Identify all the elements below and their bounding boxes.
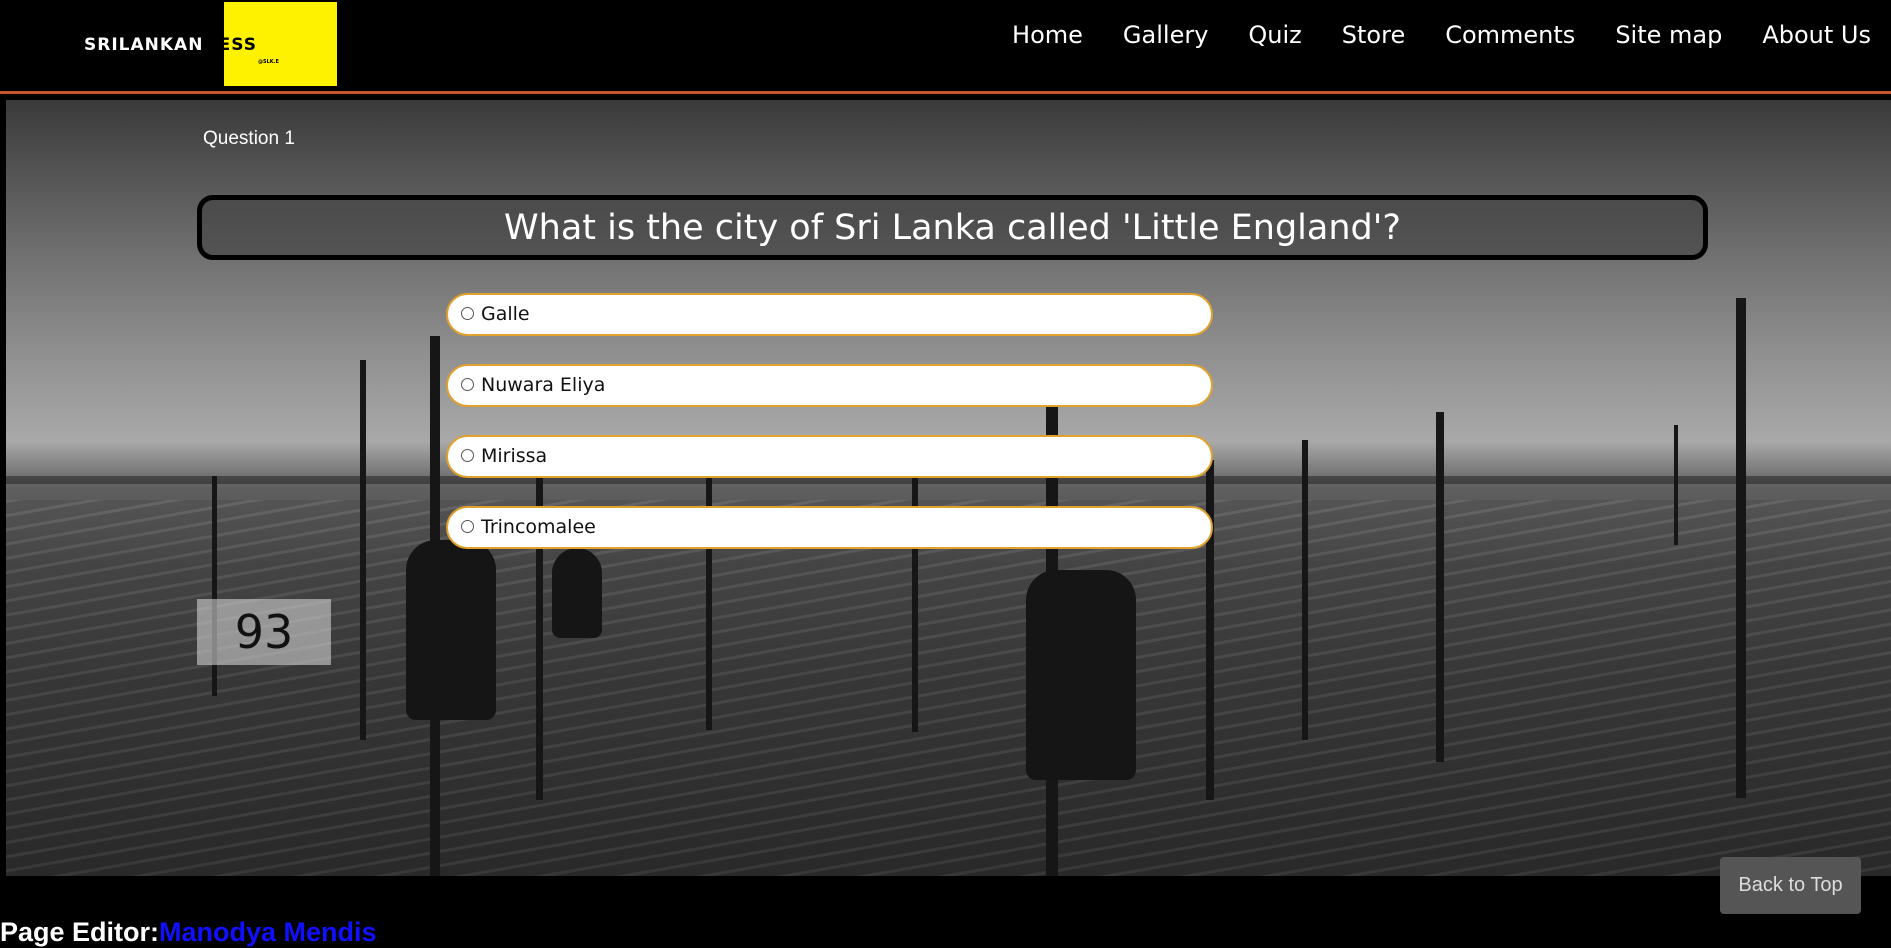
- top-navigation-bar: SRILANKANNESS @SLK.E Home Gallery Quiz S…: [0, 0, 1891, 94]
- option-label: Nuwara Eliya: [481, 374, 606, 396]
- option-label: Galle: [481, 303, 530, 325]
- answer-option-mirissa[interactable]: Mirissa: [446, 435, 1213, 478]
- stilt-pole: [1302, 440, 1308, 740]
- nav-comments[interactable]: Comments: [1425, 16, 1595, 56]
- logo-text: SRILANKANNESS: [84, 35, 258, 55]
- question-text: What is the city of Sri Lanka called 'Li…: [197, 195, 1708, 260]
- page-editor-label: Page Editor:: [0, 917, 160, 947]
- nav-quiz[interactable]: Quiz: [1228, 16, 1321, 56]
- radio-button[interactable]: [461, 520, 474, 533]
- nav-gallery[interactable]: Gallery: [1103, 16, 1228, 56]
- page-editor-footer: Page Editor:Manodya Mendis: [0, 917, 377, 948]
- nav-site-map[interactable]: Site map: [1595, 16, 1742, 56]
- site-logo[interactable]: SRILANKANNESS @SLK.E: [80, 2, 337, 86]
- fisherman-silhouette: [1026, 570, 1136, 780]
- radio-button[interactable]: [461, 307, 474, 320]
- answer-options: Galle Nuwara Eliya Mirissa Trincomalee: [446, 293, 1213, 577]
- countdown-timer: 93: [197, 599, 331, 665]
- answer-option-trincomalee[interactable]: Trincomalee: [446, 506, 1213, 549]
- answer-option-nuwara-eliya[interactable]: Nuwara Eliya: [446, 364, 1213, 407]
- stilt-pole: [360, 360, 366, 740]
- radio-button[interactable]: [461, 378, 474, 391]
- stilt-pole: [1674, 425, 1678, 545]
- stilt-pole: [1736, 298, 1746, 798]
- back-to-top-button[interactable]: Back to Top: [1720, 857, 1861, 914]
- main-nav: Home Gallery Quiz Store Comments Site ma…: [992, 16, 1891, 56]
- page-editor-link[interactable]: Manodya Mendis: [159, 917, 377, 947]
- option-label: Trincomalee: [481, 516, 596, 538]
- nav-home[interactable]: Home: [992, 16, 1103, 56]
- stilt-pole: [1436, 412, 1444, 762]
- answer-option-galle[interactable]: Galle: [446, 293, 1213, 336]
- question-number: Question 1: [203, 128, 295, 149]
- nav-store[interactable]: Store: [1322, 16, 1425, 56]
- option-label: Mirissa: [481, 445, 548, 467]
- nav-about-us[interactable]: About Us: [1742, 16, 1891, 56]
- radio-button[interactable]: [461, 449, 474, 462]
- logo-subtext: @SLK.E: [258, 59, 279, 65]
